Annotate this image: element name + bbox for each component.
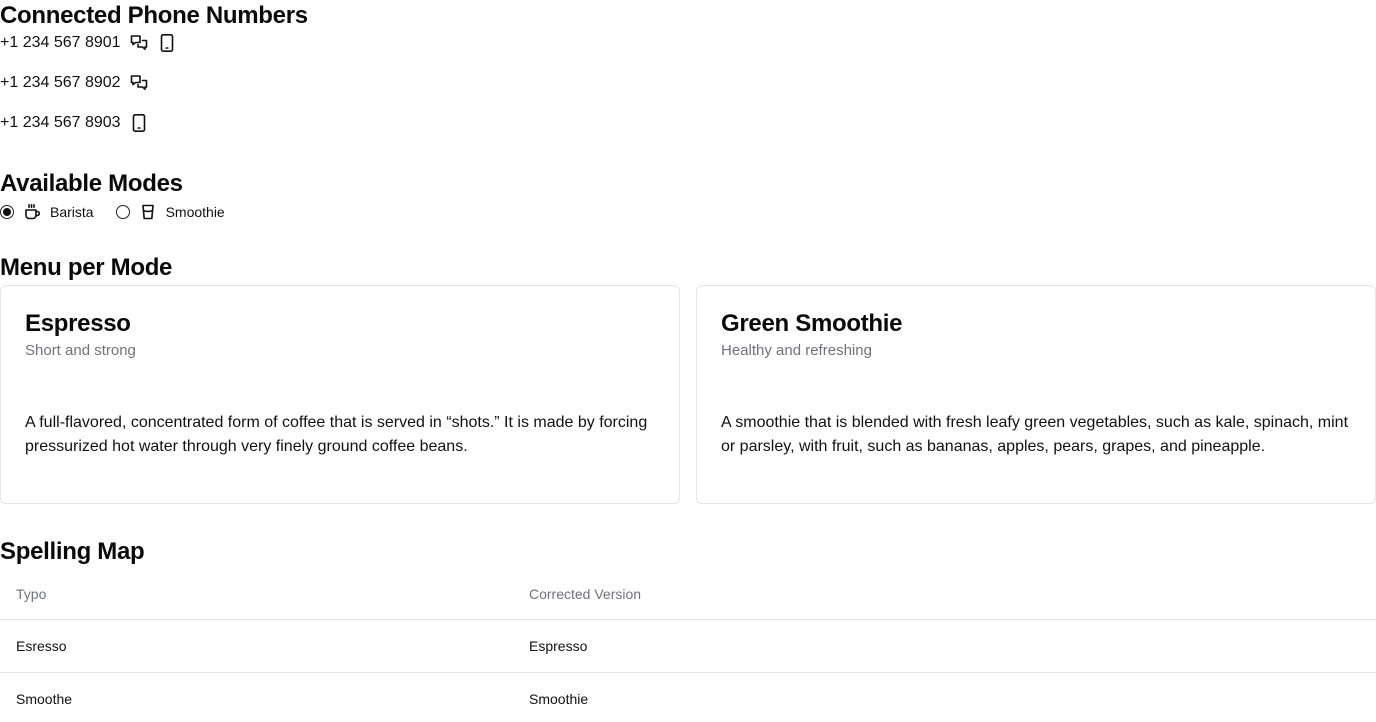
radio-smoothie[interactable]: [115, 205, 130, 219]
card-description: Healthy and refreshing: [721, 342, 872, 359]
card-description: Short and strong: [25, 342, 136, 359]
typo-cell: Esresso: [0, 619, 513, 673]
menu-card-green-smoothie: Green Smoothie Healthy and refreshing A …: [696, 285, 1376, 504]
column-header-corrected: Corrected Version: [513, 569, 1376, 620]
radio-barista[interactable]: [0, 205, 14, 219]
phone-number: +1 234 567 8903: [0, 114, 121, 131]
phones-heading: Connected Phone Numbers: [0, 2, 308, 29]
smoothie-cup-icon: [139, 203, 157, 221]
smartphone-icon: [129, 113, 149, 133]
card-body: A full-flavored, concentrated form of co…: [25, 414, 648, 455]
phone-number: +1 234 567 8901: [0, 34, 121, 51]
coffee-cup-icon: [23, 203, 41, 221]
table-row: Esresso Espresso: [0, 619, 1376, 673]
phones-section: Connected Phone Numbers +1 234 567 8901 …: [0, 1, 600, 135]
mode-option-barista[interactable]: Barista: [0, 203, 94, 221]
mode-label-smoothie: Smoothie: [165, 204, 225, 220]
mode-label-barista: Barista: [50, 204, 94, 220]
card-body: A smoothie that is blended with fresh le…: [721, 414, 1349, 455]
column-header-typo: Typo: [0, 569, 513, 620]
chat-icon: [129, 73, 149, 93]
page: Connected Phone Numbers +1 234 567 8901 …: [0, 0, 1376, 722]
card-title: Espresso: [25, 310, 131, 337]
table-row: Smoothe Smoothie: [0, 673, 1376, 722]
modes-radio-group: Barista Smoothie: [0, 201, 600, 223]
mode-option-smoothie[interactable]: Smoothie: [115, 203, 225, 221]
phone-row: +1 234 567 8903: [0, 111, 600, 135]
chat-icon: [129, 33, 149, 53]
table-header-row: Typo Corrected Version: [0, 569, 1376, 620]
spelling-section: Spelling Map Typo Corrected Version Esre…: [0, 537, 1376, 722]
menu-card-espresso: Espresso Short and strong A full-flavore…: [0, 285, 680, 504]
menu-cards: Espresso Short and strong A full-flavore…: [0, 285, 1376, 504]
spelling-table: Typo Corrected Version Esresso Espresso …: [0, 569, 1376, 722]
phone-row: +1 234 567 8902: [0, 71, 600, 95]
spelling-heading: Spelling Map: [0, 538, 145, 565]
phone-row: +1 234 567 8901: [0, 31, 600, 55]
menu-section: Menu per Mode Espresso Short and strong …: [0, 253, 1376, 504]
typo-cell: Smoothe: [16, 691, 73, 707]
phone-number: +1 234 567 8902: [0, 74, 121, 91]
smartphone-icon: [157, 33, 177, 53]
modes-heading: Available Modes: [0, 170, 183, 197]
corrected-cell: Smoothie: [529, 691, 589, 707]
corrected-cell: Espresso: [513, 619, 1376, 673]
modes-section: Available Modes Barista Smoothie: [0, 169, 600, 223]
card-title: Green Smoothie: [721, 310, 903, 337]
menu-heading: Menu per Mode: [0, 254, 173, 281]
